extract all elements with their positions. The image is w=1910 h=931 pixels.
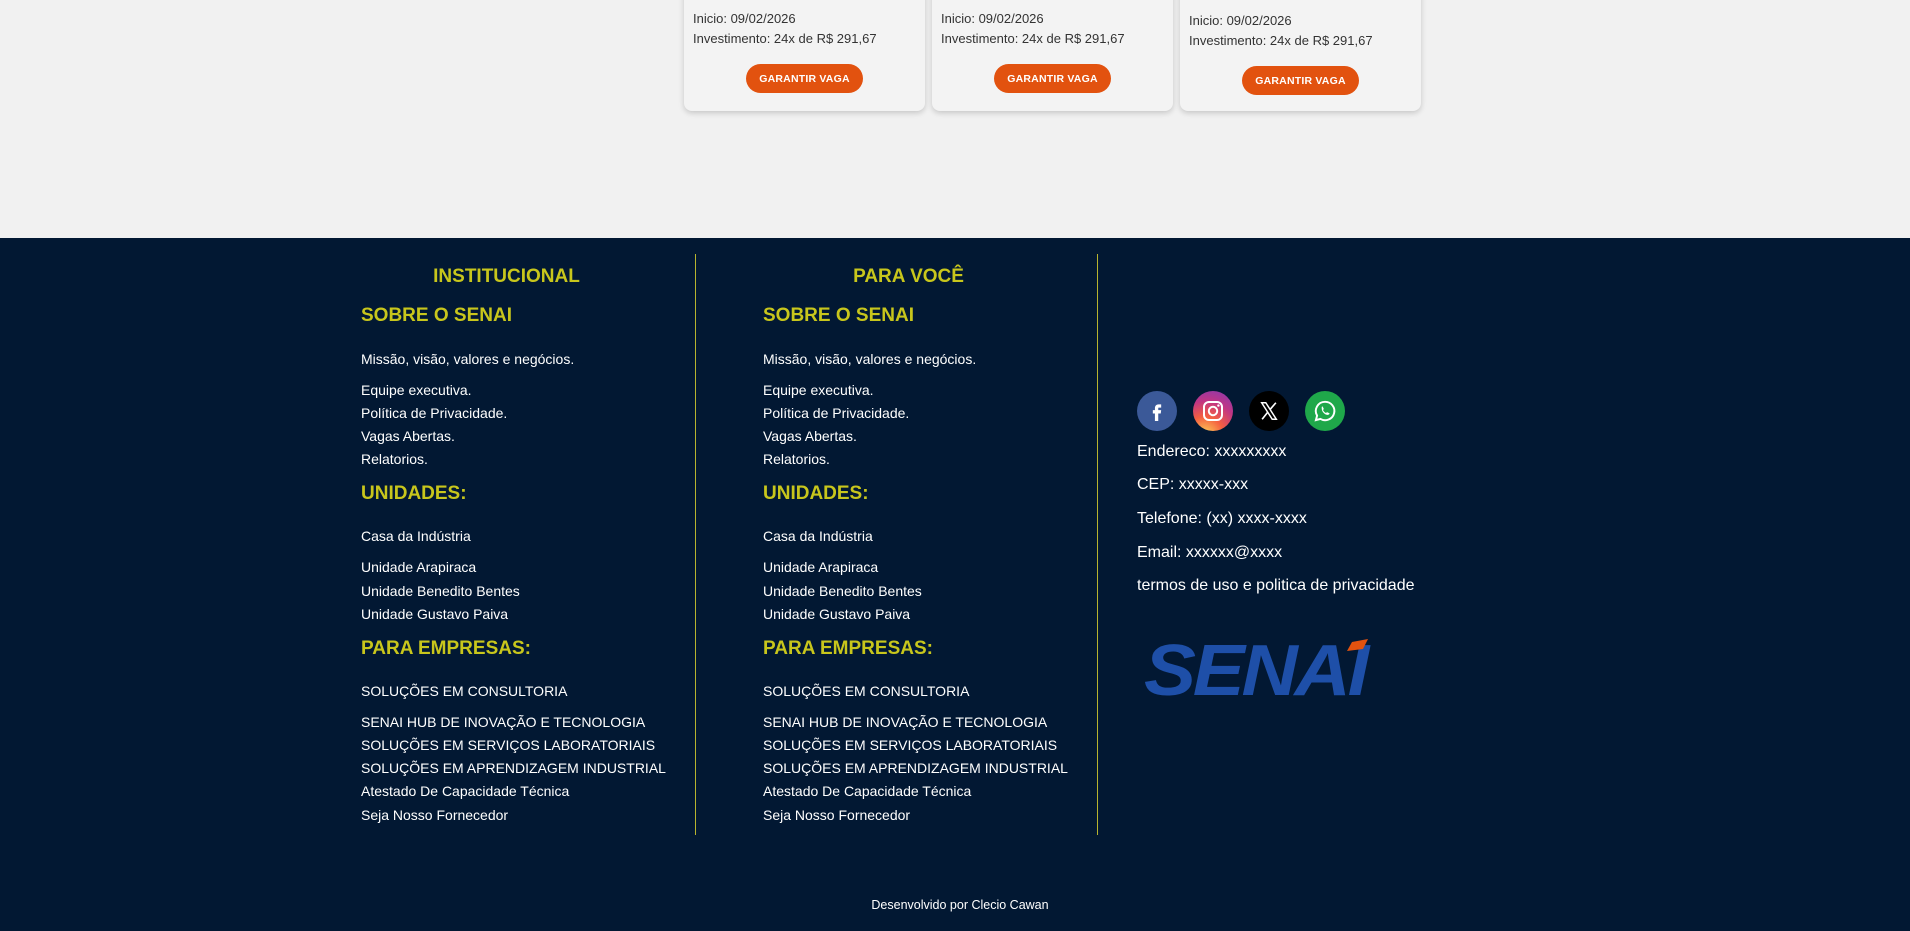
- facebook-icon[interactable]: [1137, 391, 1177, 431]
- footer-link[interactable]: SOLUÇÕES EM CONSULTORIA: [361, 683, 567, 699]
- footer-link[interactable]: SENAI HUB DE INOVAÇÃO E TECNOLOGIA: [763, 714, 1047, 730]
- terms-privacy-link[interactable]: termos de uso e politica de privacidade: [1137, 577, 1415, 595]
- footer-link[interactable]: Atestado De Capacidade Técnica: [361, 783, 569, 799]
- card-start-date: Inicio: 09/02/2026: [693, 11, 796, 26]
- footer-link[interactable]: Equipe executiva.: [763, 382, 874, 398]
- column-divider: [695, 254, 696, 835]
- card-investment: Investimento: 24x de R$ 291,67: [1189, 33, 1373, 48]
- column-divider: [1097, 254, 1098, 835]
- footer-link[interactable]: Seja Nosso Fornecedor: [361, 807, 508, 823]
- section-heading-empresas: PARA EMPRESAS:: [763, 638, 933, 659]
- footer-link[interactable]: SENAI HUB DE INOVAÇÃO E TECNOLOGIA: [361, 714, 645, 730]
- footer-link[interactable]: Unidade Arapiraca: [361, 559, 476, 575]
- footer-link[interactable]: Equipe executiva.: [361, 382, 472, 398]
- whatsapp-icon[interactable]: [1305, 391, 1345, 431]
- garantir-vaga-button[interactable]: GARANTIR VAGA: [746, 64, 863, 93]
- contact-address: Endereco: xxxxxxxxx: [1137, 443, 1287, 460]
- card-start-date: Inicio: 09/02/2026: [1189, 13, 1292, 28]
- footer-link[interactable]: Casa da Indústria: [361, 528, 471, 544]
- footer-link[interactable]: Unidade Benedito Bentes: [361, 583, 520, 599]
- footer-link[interactable]: Vagas Abertas.: [361, 428, 455, 444]
- contact-email: Email: xxxxxx@xxxx: [1137, 544, 1283, 561]
- column-title: PARA VOCÊ: [853, 266, 964, 287]
- garantir-vaga-button[interactable]: GARANTIR VAGA: [994, 64, 1111, 93]
- footer-link[interactable]: Vagas Abertas.: [763, 428, 857, 444]
- footer-link[interactable]: SOLUÇÕES EM APRENDIZAGEM INDUSTRIAL: [361, 760, 666, 776]
- column-title: INSTITUCIONAL: [433, 266, 580, 287]
- instagram-icon[interactable]: [1193, 391, 1233, 431]
- course-cards-section: Inicio: 09/02/2026 Investimento: 24x de …: [0, 0, 1910, 238]
- garantir-vaga-button[interactable]: GARANTIR VAGA: [1242, 66, 1359, 95]
- developer-credit: Desenvolvido por Clecio Cawan: [871, 898, 1049, 912]
- footer-link[interactable]: Política de Privacidade.: [763, 405, 909, 421]
- footer-link[interactable]: Missão, visão, valores e negócios.: [361, 351, 574, 367]
- footer-link[interactable]: SOLUÇÕES EM CONSULTORIA: [763, 683, 969, 699]
- contact-cep: CEP: xxxxx-xxx: [1137, 476, 1249, 493]
- course-card: Inicio: 09/02/2026 Investimento: 24x de …: [932, 0, 1173, 111]
- footer-link[interactable]: Atestado De Capacidade Técnica: [763, 783, 971, 799]
- site-footer: INSTITUCIONAL SOBRE O SENAI Missão, visã…: [0, 238, 1910, 931]
- section-heading-sobre: SOBRE O SENAI: [763, 305, 914, 326]
- section-heading-unidades: UNIDADES:: [361, 483, 467, 504]
- footer-link[interactable]: Missão, visão, valores e negócios.: [763, 351, 976, 367]
- card-start-date: Inicio: 09/02/2026: [941, 11, 1044, 26]
- section-heading-unidades: UNIDADES:: [763, 483, 869, 504]
- footer-link[interactable]: Casa da Indústria: [763, 528, 873, 544]
- footer-link[interactable]: SOLUÇÕES EM APRENDIZAGEM INDUSTRIAL: [763, 760, 1068, 776]
- footer-link[interactable]: Unidade Gustavo Paiva: [361, 606, 508, 622]
- footer-link[interactable]: Unidade Arapiraca: [763, 559, 878, 575]
- footer-link[interactable]: SOLUÇÕES EM SERVIÇOS LABORATORIAIS: [763, 737, 1057, 753]
- footer-link[interactable]: Relatorios.: [361, 451, 428, 467]
- section-heading-sobre: SOBRE O SENAI: [361, 305, 512, 326]
- footer-link[interactable]: Relatorios.: [763, 451, 830, 467]
- footer-link[interactable]: Seja Nosso Fornecedor: [763, 807, 910, 823]
- footer-link[interactable]: Política de Privacidade.: [361, 405, 507, 421]
- senai-logo: SENAI: [1140, 631, 1380, 711]
- course-card: Inicio: 09/02/2026 Investimento: 24x de …: [1180, 0, 1421, 111]
- contact-phone: Telefone: (xx) xxxx-xxxx: [1137, 510, 1307, 527]
- footer-link[interactable]: SOLUÇÕES EM SERVIÇOS LABORATORIAIS: [361, 737, 655, 753]
- x-icon[interactable]: [1249, 391, 1289, 431]
- footer-link[interactable]: Unidade Gustavo Paiva: [763, 606, 910, 622]
- svg-text:SENAI: SENAI: [1144, 635, 1371, 705]
- course-card: Inicio: 09/02/2026 Investimento: 24x de …: [684, 0, 925, 111]
- footer-link[interactable]: Unidade Benedito Bentes: [763, 583, 922, 599]
- card-investment: Investimento: 24x de R$ 291,67: [693, 31, 877, 46]
- card-investment: Investimento: 24x de R$ 291,67: [941, 31, 1125, 46]
- section-heading-empresas: PARA EMPRESAS:: [361, 638, 531, 659]
